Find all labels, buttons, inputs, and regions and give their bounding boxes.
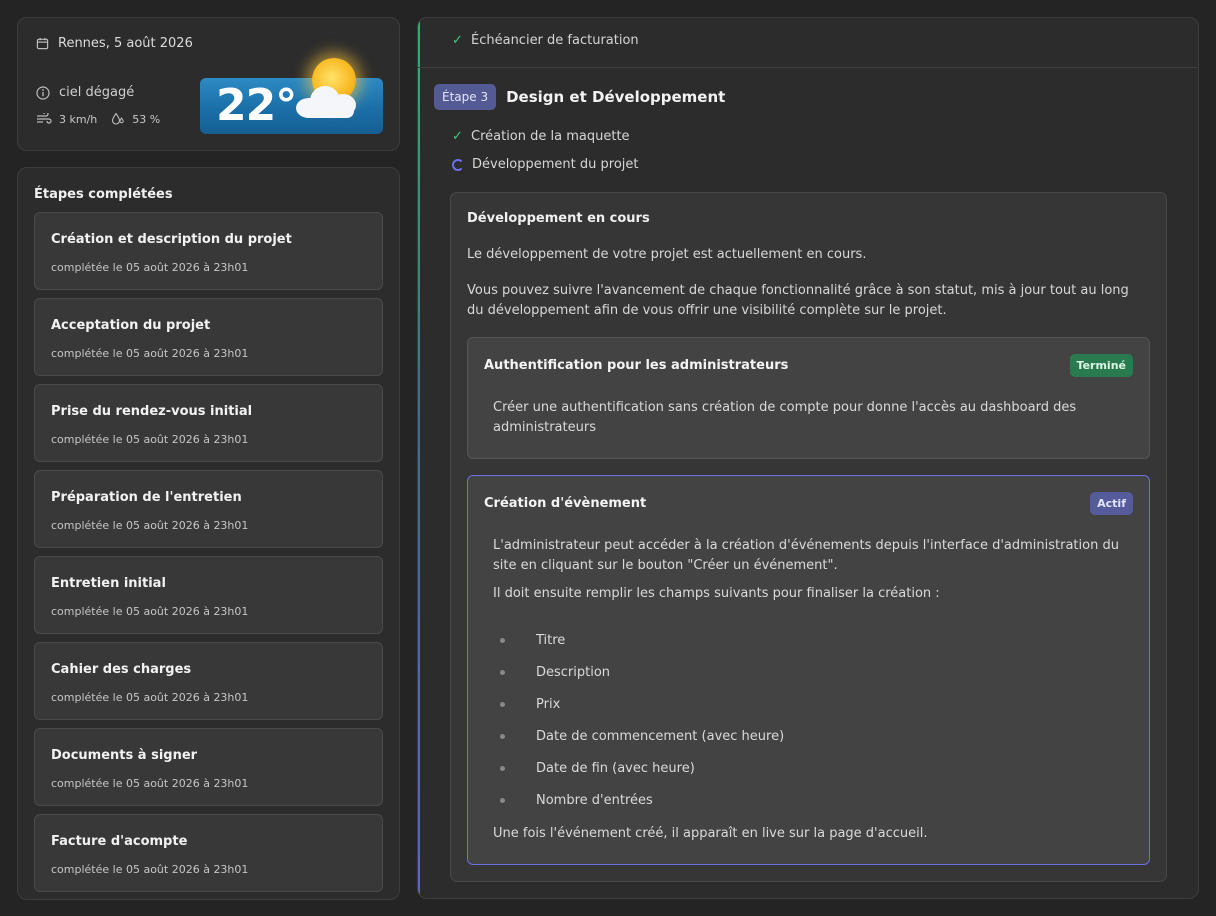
humidity-value: 53 % xyxy=(132,112,161,126)
step-completed-date: complétée le 05 août 2026 à 23h01 xyxy=(51,605,249,618)
list-item: Date de fin (avec heure) xyxy=(493,752,784,784)
development-details-card: Développement en cours Le développement … xyxy=(450,192,1167,882)
bullet-icon xyxy=(500,765,505,771)
step-title: Préparation de l'entretien xyxy=(51,490,242,505)
field-name: Date de fin (avec heure) xyxy=(536,760,695,776)
completed-steps-panel: Étapes complétées Création et descriptio… xyxy=(17,167,400,900)
sub-step-label: Développement du projet xyxy=(472,157,639,172)
bullet-icon xyxy=(500,701,505,707)
feature-title: Création d'évènement xyxy=(484,496,647,511)
completed-step-item[interactable]: Cahier des charges complétée le 05 août … xyxy=(34,642,383,720)
field-name: Date de commencement (avec heure) xyxy=(536,728,785,744)
status-badge-done: Terminé xyxy=(1069,354,1133,377)
status-badge-active: Actif xyxy=(1090,492,1133,515)
step-completed-date: complétée le 05 août 2026 à 23h01 xyxy=(51,863,249,876)
completed-step-item[interactable]: Acceptation du projet complétée le 05 ao… xyxy=(34,298,383,376)
feature-description: Créer une authentification sans création… xyxy=(493,400,1077,435)
list-item: Titre xyxy=(493,624,784,656)
feature-description: L'administrateur peut accéder à la créat… xyxy=(493,538,1119,573)
required-fields-list: Titre Description Prix Date de commencem… xyxy=(493,624,784,816)
loading-spinner-icon xyxy=(452,158,464,171)
list-item: Prix xyxy=(493,688,784,720)
field-name: Prix xyxy=(536,696,561,712)
bullet-icon xyxy=(500,797,505,803)
list-item: Description xyxy=(493,656,784,688)
field-name: Description xyxy=(536,664,611,680)
feature-outcome: Une fois l'événement créé, il apparaît e… xyxy=(493,826,928,841)
timeline-accent-line xyxy=(418,18,420,898)
weather-card: Rennes, 5 août 2026 ciel dégagé 3 km/h 5… xyxy=(17,17,400,151)
billing-schedule-item[interactable]: ✓ Échéancier de facturation xyxy=(452,33,639,48)
sub-step-development[interactable]: Développement du projet xyxy=(452,157,639,172)
completed-steps-title: Étapes complétées xyxy=(34,187,173,202)
step-title: Acceptation du projet xyxy=(51,318,211,333)
bullet-icon xyxy=(500,669,505,675)
sub-step-mockup[interactable]: ✓ Création de la maquette xyxy=(452,129,630,144)
wind-group: 3 km/h xyxy=(36,113,97,126)
weather-condition-row: ciel dégagé xyxy=(36,85,134,100)
feature-card-event-creation[interactable]: Création d'évènement Actif L'administrat… xyxy=(467,475,1150,865)
list-item: Nombre d'entrées xyxy=(493,784,784,816)
step-number-chip: Étape 3 xyxy=(434,84,497,110)
step-completed-date: complétée le 05 août 2026 à 23h01 xyxy=(51,777,249,790)
bullet-icon xyxy=(500,637,505,643)
temperature-badge: 22° xyxy=(200,58,383,134)
check-icon: ✓ xyxy=(452,33,463,48)
temperature-value: 22° xyxy=(216,80,297,131)
bullet-icon xyxy=(500,733,505,739)
step-completed-date: complétée le 05 août 2026 à 23h01 xyxy=(51,691,249,704)
weather-condition: ciel dégagé xyxy=(59,85,135,100)
cloud-icon xyxy=(296,84,360,118)
step-title: Entretien initial xyxy=(51,576,166,591)
step-completed-date: complétée le 05 août 2026 à 23h01 xyxy=(51,519,249,532)
current-step-header: Étape 3 Design et Développement xyxy=(434,84,725,110)
sub-step-label: Création de la maquette xyxy=(471,129,630,144)
divider xyxy=(418,67,1198,68)
weather-meta-row: 3 km/h 53 % xyxy=(36,112,174,126)
step-title: Prise du rendez-vous initial xyxy=(51,404,253,419)
info-icon xyxy=(36,85,50,100)
weather-date-row: Rennes, 5 août 2026 xyxy=(36,36,193,51)
field-name: Nombre d'entrées xyxy=(536,792,653,808)
check-icon: ✓ xyxy=(452,129,463,144)
step-completed-date: complétée le 05 août 2026 à 23h01 xyxy=(51,347,249,360)
feature-instructions: Il doit ensuite remplir les champs suiva… xyxy=(493,586,940,601)
field-name: Titre xyxy=(536,632,566,648)
completed-step-item[interactable]: Facture d'acompte complétée le 05 août 2… xyxy=(34,814,383,892)
step-title: Cahier des charges xyxy=(51,662,192,677)
project-timeline-panel: ✓ Échéancier de facturation Étape 3 Desi… xyxy=(417,17,1199,899)
wind-icon xyxy=(37,113,52,124)
current-step-title: Design et Développement xyxy=(506,88,726,106)
development-description: Vous pouvez suivre l'avancement de chaqu… xyxy=(467,283,1129,318)
step-title: Création et description du projet xyxy=(51,232,292,247)
development-intro: Le développement de votre projet est act… xyxy=(467,247,867,262)
completed-step-item[interactable]: Entretien initial complétée le 05 août 2… xyxy=(34,556,383,634)
wind-speed: 3 km/h xyxy=(59,112,98,126)
step-title: Documents à signer xyxy=(51,748,198,763)
completed-step-item[interactable]: Documents à signer complétée le 05 août … xyxy=(34,728,383,806)
step-completed-date: complétée le 05 août 2026 à 23h01 xyxy=(51,261,249,274)
feature-title: Authentification pour les administrateur… xyxy=(484,358,789,373)
weather-location-date: Rennes, 5 août 2026 xyxy=(58,36,193,51)
development-title: Développement en cours xyxy=(467,211,650,226)
list-item: Date de commencement (avec heure) xyxy=(493,720,784,752)
feature-card-admin-auth[interactable]: Authentification pour les administrateur… xyxy=(467,337,1150,459)
completed-step-item[interactable]: Création et description du projet complé… xyxy=(34,212,383,290)
completed-step-item[interactable]: Préparation de l'entretien complétée le … xyxy=(34,470,383,548)
step-title: Facture d'acompte xyxy=(51,834,188,849)
humidity-group: 53 % xyxy=(111,112,160,126)
step-completed-date: complétée le 05 août 2026 à 23h01 xyxy=(51,433,249,446)
calendar-icon xyxy=(36,37,49,50)
completed-step-item[interactable]: Prise du rendez-vous initial complétée l… xyxy=(34,384,383,462)
billing-schedule-label: Échéancier de facturation xyxy=(471,33,639,48)
humidity-icon xyxy=(112,112,124,125)
